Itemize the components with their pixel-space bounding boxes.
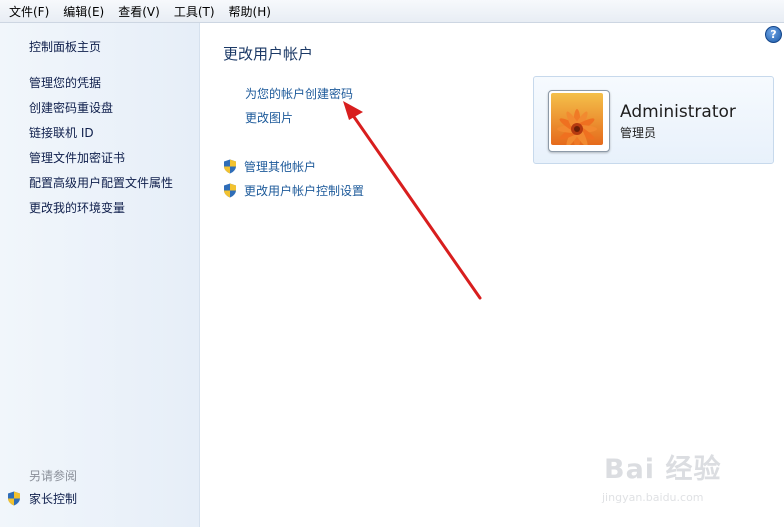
shield-icon: [223, 159, 237, 174]
watermark-logo: Bai 经验: [604, 454, 722, 485]
manage-other-accounts-link[interactable]: 管理其他帐户: [223, 158, 316, 175]
sidebar-link-online-id[interactable]: 链接联机 ID: [29, 124, 94, 141]
sidebar-link-environment-variables[interactable]: 更改我的环境变量: [29, 199, 125, 216]
user-name: Administrator: [620, 102, 736, 122]
sidebar-link-manage-credentials[interactable]: 管理您的凭据: [29, 74, 101, 91]
menu-edit[interactable]: 编辑(E): [58, 3, 109, 20]
menu-tools[interactable]: 工具(T): [169, 3, 220, 20]
sidebar-link-encryption-certificates[interactable]: 管理文件加密证书: [29, 149, 125, 166]
menu-bar: 文件(F) 编辑(E) 查看(V) 工具(T) 帮助(H): [0, 0, 784, 23]
shield-icon: [7, 491, 21, 506]
create-password-link[interactable]: 为您的帐户创建密码: [245, 85, 353, 102]
menu-help[interactable]: 帮助(H): [224, 3, 276, 20]
shield-icon: [223, 183, 237, 198]
page-title: 更改用户帐户: [223, 45, 314, 63]
user-role: 管理员: [620, 126, 657, 140]
baidu-watermark: Bai 经验 jingyan.baidu.com: [598, 447, 774, 515]
sidebar-link-parental-controls[interactable]: 家长控制: [7, 490, 77, 507]
menu-view[interactable]: 查看(V): [113, 3, 165, 20]
sidebar-link-control-panel-home[interactable]: 控制面板主页: [29, 38, 101, 55]
sidebar: 控制面板主页 管理您的凭据 创建密码重设盘 链接联机 ID 管理文件加密证书 配…: [0, 23, 200, 527]
see-also-heading: 另请参阅: [29, 469, 78, 483]
sidebar-link-advanced-profile-properties[interactable]: 配置高级用户配置文件属性: [29, 174, 173, 191]
sidebar-link-password-reset-disk[interactable]: 创建密码重设盘: [29, 99, 113, 116]
manage-other-accounts-label: 管理其他帐户: [244, 160, 317, 174]
avatar[interactable]: [548, 90, 610, 152]
uac-settings-link[interactable]: 更改用户帐户控制设置: [223, 182, 364, 199]
flower-avatar-icon: [551, 93, 603, 145]
uac-settings-label: 更改用户帐户控制设置: [244, 184, 365, 198]
parental-controls-label: 家长控制: [29, 492, 78, 506]
user-account-card: Administrator 管理员: [533, 76, 774, 164]
change-picture-link[interactable]: 更改图片: [245, 109, 293, 126]
menu-file[interactable]: 文件(F): [4, 3, 54, 20]
watermark-url: jingyan.baidu.com: [602, 491, 704, 504]
